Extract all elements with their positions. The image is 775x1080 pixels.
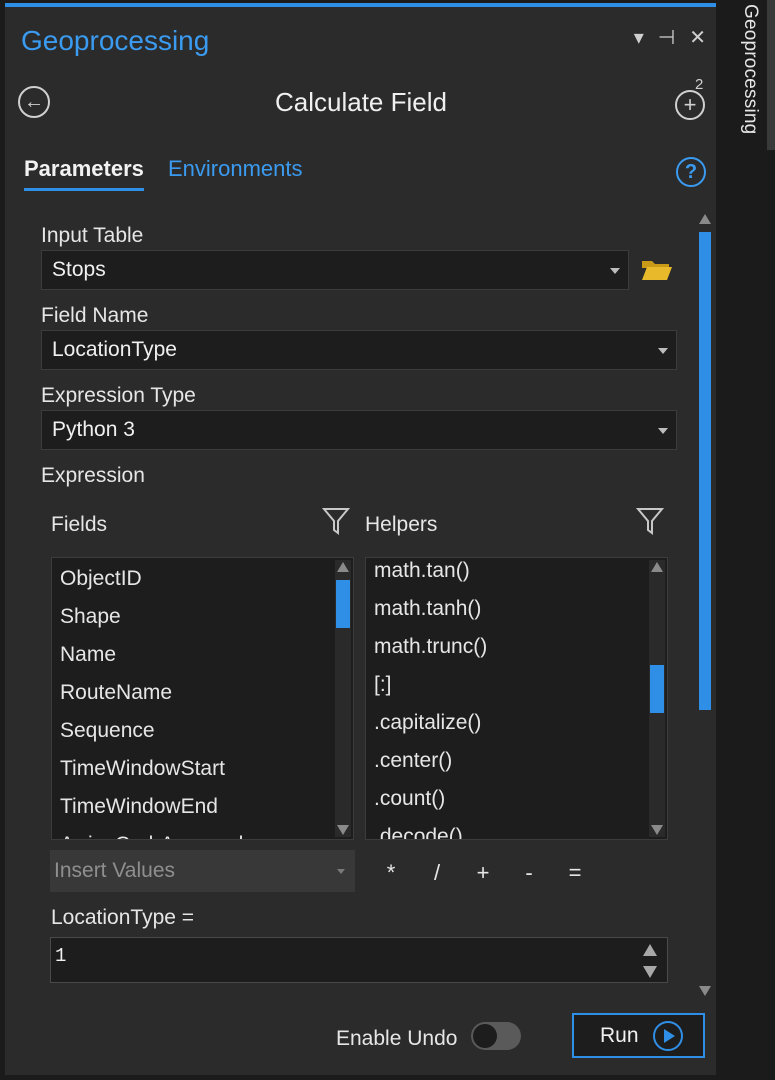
pane-title: Geoprocessing	[21, 25, 210, 56]
list-item[interactable]: TimeWindowStart	[52, 750, 333, 788]
scroll-thumb[interactable]	[336, 580, 350, 628]
list-item[interactable]: .decode()	[366, 818, 647, 839]
enable-undo-toggle[interactable]	[471, 1022, 521, 1050]
expression-spin[interactable]	[643, 944, 657, 978]
plus-icon: +	[675, 90, 705, 120]
list-item[interactable]: ArriveCurbApproach	[52, 826, 333, 839]
scroll-thumb[interactable]	[650, 665, 664, 713]
subtract-button[interactable]: -	[506, 860, 552, 886]
scroll-up-icon[interactable]	[337, 562, 349, 572]
help-icon[interactable]: ?	[676, 157, 706, 187]
add-badge: 2	[695, 76, 704, 93]
expression-type-label: Expression Type	[41, 384, 196, 407]
helpers-list[interactable]: math.tan() math.tanh() math.trunc() [:] …	[365, 557, 668, 840]
pane-menu-icon[interactable]: ▾	[634, 25, 644, 50]
expression-label: Expression	[41, 464, 145, 487]
tab-parameters[interactable]: Parameters	[24, 156, 144, 191]
enable-undo-label: Enable Undo	[336, 1027, 458, 1050]
fields-scrollbar[interactable]	[335, 560, 351, 837]
pin-icon[interactable]: ⊣	[658, 25, 675, 50]
helpers-scrollbar[interactable]	[649, 560, 665, 837]
list-item[interactable]: .center()	[366, 742, 647, 780]
input-table-label: Input Table	[41, 224, 144, 247]
scroll-down-icon[interactable]	[699, 986, 711, 996]
scroll-up-icon[interactable]	[699, 214, 711, 224]
operator-buttons: * / + - =	[368, 860, 598, 886]
list-item[interactable]: RouteName	[52, 674, 333, 712]
list-item[interactable]: Shape	[52, 598, 333, 636]
tool-title: Calculate Field	[275, 87, 447, 117]
scroll-down-icon[interactable]	[651, 825, 663, 835]
chevron-down-icon	[658, 348, 668, 354]
expression-type-combo[interactable]: Python 3	[41, 410, 677, 450]
list-item[interactable]: Sequence	[52, 712, 333, 750]
dock-scrollbar[interactable]	[767, 0, 775, 150]
field-name-value: LocationType	[52, 338, 177, 361]
list-item[interactable]: Name	[52, 636, 333, 674]
list-item[interactable]: math.tanh()	[366, 590, 647, 628]
divide-button[interactable]: /	[414, 860, 460, 886]
close-icon[interactable]: ✕	[689, 25, 706, 50]
fields-list[interactable]: ObjectID Shape Name RouteName Sequence T…	[51, 557, 354, 840]
spin-up-icon[interactable]	[643, 944, 657, 956]
expression-type-value: Python 3	[52, 418, 135, 441]
add-button[interactable]: +	[460, 860, 506, 886]
field-name-combo[interactable]: LocationType	[41, 330, 677, 370]
field-name-label: Field Name	[41, 304, 149, 327]
filter-helpers-icon[interactable]	[636, 506, 664, 536]
play-icon	[652, 1020, 683, 1051]
multiply-button[interactable]: *	[368, 860, 414, 886]
toggle-knob	[473, 1024, 497, 1048]
scroll-down-icon[interactable]	[337, 825, 349, 835]
folder-open-icon[interactable]	[641, 258, 673, 282]
expression-text: 1	[55, 945, 67, 967]
tab-environments[interactable]: Environments	[168, 156, 303, 182]
fields-items: ObjectID Shape Name RouteName Sequence T…	[52, 560, 333, 839]
insert-values-placeholder: Insert Values	[54, 859, 176, 882]
side-tab-geoprocessing[interactable]: Geoprocessing	[733, 4, 761, 134]
list-item[interactable]: math.tan()	[366, 558, 647, 590]
list-item[interactable]: .count()	[366, 780, 647, 818]
spin-down-icon[interactable]	[643, 966, 657, 978]
parameters-scrollbar[interactable]	[696, 210, 714, 1000]
right-dock-strip	[716, 0, 775, 1080]
pane-controls: ▾ ⊣ ✕	[634, 25, 706, 50]
list-item[interactable]: [:]	[366, 666, 647, 704]
chevron-down-icon	[658, 428, 668, 434]
list-item[interactable]: math.trunc()	[366, 628, 647, 666]
list-item[interactable]: TimeWindowEnd	[52, 788, 333, 826]
list-item[interactable]: .capitalize()	[366, 704, 647, 742]
filter-fields-icon[interactable]	[322, 506, 350, 536]
input-table-combo[interactable]: Stops	[41, 250, 629, 290]
equals-button[interactable]: =	[552, 860, 598, 886]
scroll-up-icon[interactable]	[651, 562, 663, 572]
chevron-down-icon	[337, 869, 345, 874]
list-item[interactable]: ObjectID	[52, 560, 333, 598]
expression-editor[interactable]: 1	[50, 937, 668, 983]
chevron-down-icon	[610, 268, 620, 274]
fields-label: Fields	[51, 513, 108, 536]
input-table-value: Stops	[52, 258, 106, 281]
run-label: Run	[600, 1023, 639, 1047]
run-button[interactable]: Run	[572, 1013, 705, 1058]
helpers-items: math.tan() math.tanh() math.trunc() [:] …	[366, 558, 647, 839]
add-to-batch-button[interactable]: + 2	[673, 76, 709, 120]
insert-values-dropdown[interactable]: Insert Values	[50, 850, 355, 892]
scroll-thumb[interactable]	[699, 232, 711, 710]
expression-target-label: LocationType =	[51, 906, 195, 929]
helpers-label: Helpers	[365, 513, 438, 536]
